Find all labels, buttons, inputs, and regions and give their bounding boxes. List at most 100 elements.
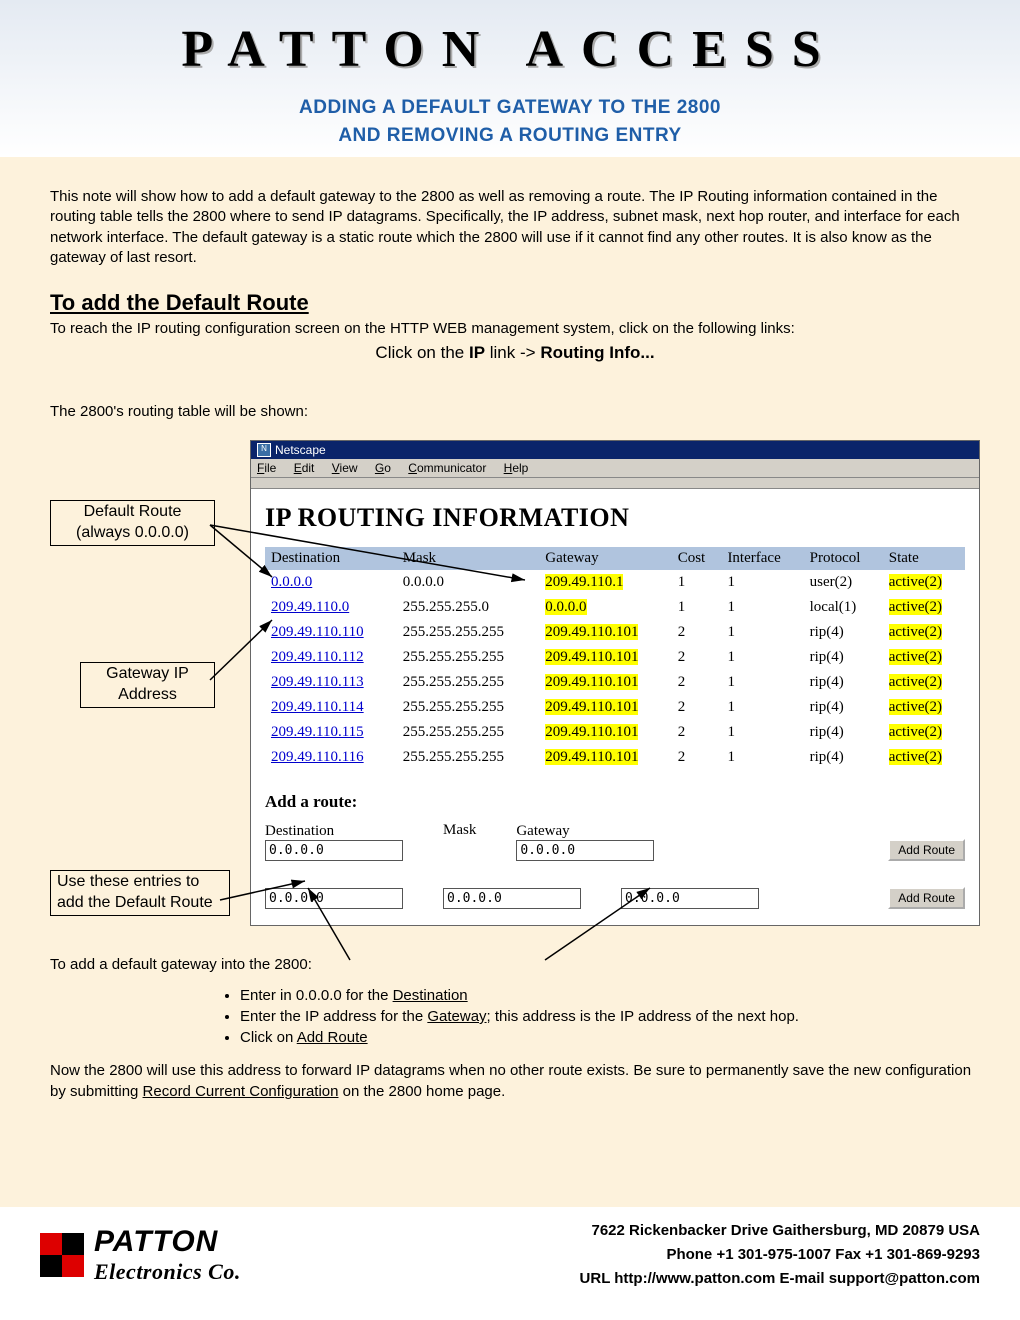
cell-cost: 2 (672, 645, 722, 670)
col-gateway: Gateway (539, 547, 671, 570)
netscape-icon: N (257, 443, 271, 457)
click-path-mid: link -> (485, 343, 540, 362)
logo-squares-icon (40, 1233, 84, 1277)
cell-gateway: 0.0.0.0 (545, 599, 586, 615)
menu-communicator[interactable]: Communicator (408, 461, 486, 475)
cell-gateway: 209.49.110.101 (545, 699, 638, 715)
intro-paragraph: This note will show how to add a default… (50, 187, 980, 268)
table-row: 209.49.110.116255.255.255.255209.49.110.… (265, 745, 965, 770)
cell-gateway: 209.49.110.101 (545, 674, 638, 690)
cell-protocol: rip(4) (804, 620, 883, 645)
cell-state: active(2) (889, 724, 942, 740)
cell-protocol: rip(4) (804, 645, 883, 670)
destination-input[interactable] (265, 840, 403, 861)
logo-line2: Electronics Co. (94, 1259, 241, 1285)
cell-interface: 1 (721, 695, 803, 720)
callout-gateway-ip: Gateway IP Address (80, 662, 215, 708)
destination-link[interactable]: 209.49.110.0 (271, 599, 349, 615)
page-heading: IP ROUTING INFORMATION (265, 503, 965, 533)
cell-gateway: 209.49.110.1 (545, 574, 623, 590)
col-cost: Cost (672, 547, 722, 570)
page-footer: PATTON Electronics Co. 7622 Rickenbacker… (0, 1207, 1020, 1311)
cell-cost: 1 (672, 595, 722, 620)
destination-link[interactable]: 209.49.110.110 (271, 624, 364, 640)
add-route-row: DestinationMaskGatewayAdd Route (265, 822, 965, 861)
menu-help[interactable]: Help (504, 461, 529, 475)
callout-entries: Use these entries to add the Default Rou… (50, 870, 230, 916)
cell-protocol: rip(4) (804, 670, 883, 695)
table-row: 209.49.110.110255.255.255.255209.49.110.… (265, 620, 965, 645)
main-title: PATTON ACCESS (40, 20, 980, 79)
cell-state: active(2) (889, 599, 942, 615)
click-path: Click on the IP link -> Routing Info... (50, 343, 980, 363)
destination-link[interactable]: 209.49.110.116 (271, 749, 364, 765)
click-path-pre: Click on the (375, 343, 469, 362)
cell-interface: 1 (721, 620, 803, 645)
cell-gateway: 209.49.110.101 (545, 724, 638, 740)
cell-mask: 255.255.255.0 (397, 595, 540, 620)
add-route-button[interactable]: Add Route (888, 887, 965, 909)
cell-state: active(2) (889, 649, 942, 665)
closing-link: Record Current Configuration (143, 1083, 339, 1100)
col-state: State (883, 547, 965, 570)
browser-menubar: File Edit View Go Communicator Help (251, 459, 979, 478)
menu-go[interactable]: Go (375, 461, 391, 475)
cell-cost: 2 (672, 620, 722, 645)
gateway-input[interactable] (516, 840, 654, 861)
gateway-input[interactable] (621, 888, 759, 909)
cell-state: active(2) (889, 749, 942, 765)
subtitle-2: AND REMOVING A ROUTING ENTRY (40, 125, 980, 147)
content-area: This note will show how to add a default… (0, 157, 1020, 1207)
routing-table: Destination Mask Gateway Cost Interface … (265, 547, 965, 770)
destination-link[interactable]: 209.49.110.115 (271, 724, 364, 740)
cell-interface: 1 (721, 570, 803, 595)
closing-post: on the 2800 home page. (338, 1083, 505, 1100)
bullet-item: Enter the IP address for the Gateway; th… (240, 1008, 980, 1025)
cell-mask: 255.255.255.255 (397, 645, 540, 670)
cell-interface: 1 (721, 720, 803, 745)
cell-cost: 2 (672, 670, 722, 695)
callout-default-route: Default Route (always 0.0.0.0) (50, 500, 215, 546)
browser-titlebar: N Netscape (251, 441, 979, 459)
destination-link[interactable]: 209.49.110.112 (271, 649, 364, 665)
browser-title: Netscape (275, 443, 326, 457)
section-title: To add the Default Route (50, 290, 980, 316)
destination-input[interactable] (265, 888, 403, 909)
menu-edit[interactable]: Edit (294, 461, 315, 475)
logo-line1: PATTON (94, 1225, 241, 1259)
click-path-ip: IP (469, 343, 485, 362)
table-row: 209.49.110.0255.255.255.00.0.0.011local(… (265, 595, 965, 620)
menu-file[interactable]: File (257, 461, 276, 475)
cell-state: active(2) (889, 674, 942, 690)
destination-link[interactable]: 209.49.110.114 (271, 699, 364, 715)
cell-cost: 1 (672, 570, 722, 595)
after-text: To add a default gateway into the 2800: (50, 956, 980, 973)
cell-mask: 255.255.255.255 (397, 670, 540, 695)
screenshot-layout: Default Route (always 0.0.0.0) Gateway I… (50, 440, 980, 926)
menu-view[interactable]: View (332, 461, 358, 475)
table-row: 209.49.110.114 255.255.255.255 209.49.110.… (265, 695, 965, 720)
table-row: 209.49.110.113 255.255.255.255 209.49.110.… (265, 670, 965, 695)
cell-interface: 1 (721, 745, 803, 770)
cell-protocol: rip(4) (804, 695, 883, 720)
add-route-button[interactable]: Add Route (888, 839, 965, 861)
mask-input[interactable] (443, 888, 581, 909)
footer-phone: Phone +1 301-975-1007 Fax +1 301-869-929… (261, 1243, 980, 1267)
destination-link[interactable]: 0.0.0.0 (271, 574, 312, 590)
closing-paragraph: Now the 2800 will use this address to fo… (50, 1060, 980, 1102)
document-header: PATTON ACCESS ADDING A DEFAULT GATEWAY T… (0, 0, 1020, 157)
footer-address: 7622 Rickenbacker Drive Gaithersburg, MD… (261, 1219, 980, 1243)
cell-mask: 0.0.0.0 (397, 570, 540, 595)
destination-link[interactable]: 209.49.110.113 (271, 674, 364, 690)
cell-state: active(2) (889, 699, 942, 715)
footer-contact: 7622 Rickenbacker Drive Gaithersburg, MD… (261, 1219, 980, 1291)
table-caption: The 2800's routing table will be shown: (50, 403, 980, 420)
bullet-item: Enter in 0.0.0.0 for the Destination (240, 987, 980, 1004)
instruction-paragraph: To reach the IP routing configuration sc… (50, 320, 980, 337)
subtitle-1: ADDING A DEFAULT GATEWAY TO THE 2800 (40, 97, 980, 119)
cell-mask: 255.255.255.255 (397, 695, 540, 720)
label-mask: Mask (443, 822, 476, 839)
cell-interface: 1 (721, 645, 803, 670)
cell-cost: 2 (672, 745, 722, 770)
cell-interface: 1 (721, 595, 803, 620)
